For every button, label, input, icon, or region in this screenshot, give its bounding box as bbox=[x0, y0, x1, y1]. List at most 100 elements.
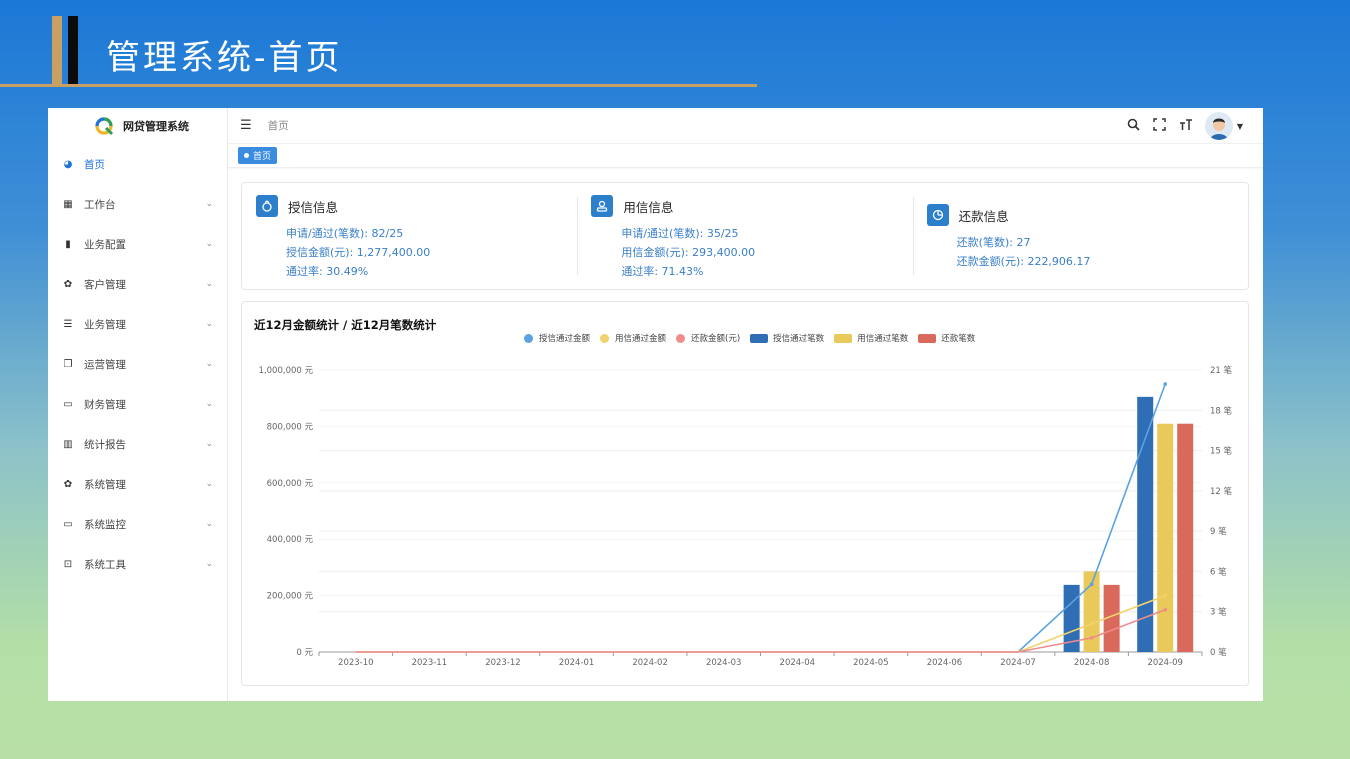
x-tick-label: 2024-08 bbox=[1074, 658, 1110, 668]
sidebar-item-label: 工作台 bbox=[84, 198, 116, 211]
series-point bbox=[1089, 636, 1094, 640]
sidebar-item[interactable]: ✿ 系统管理 ⌄ bbox=[48, 464, 227, 504]
hamburger-icon[interactable]: ☰ bbox=[240, 118, 252, 133]
user-icon bbox=[591, 195, 614, 217]
sidebar-item[interactable]: ☰ 业务管理 ⌄ bbox=[48, 304, 227, 344]
info-line: 还款(笔数): 27 bbox=[956, 236, 1031, 249]
chevron-down-icon: ⌄ bbox=[205, 319, 213, 329]
x-tick-label: 2024-03 bbox=[706, 658, 742, 668]
gold-accent-bar bbox=[52, 16, 62, 84]
series-line bbox=[355, 594, 1166, 653]
sidebar-item[interactable]: ❐ 运营管理 ⌄ bbox=[48, 344, 227, 384]
bar bbox=[1137, 396, 1154, 652]
font-size-icon[interactable] bbox=[1179, 118, 1193, 135]
series-point bbox=[1089, 622, 1094, 626]
topbar: ☰ 首页 ▼ bbox=[228, 108, 1263, 144]
chevron-down-icon: ⌄ bbox=[205, 399, 213, 409]
copy-icon: ❐ bbox=[63, 358, 73, 370]
x-tick-label: 2024-07 bbox=[1000, 658, 1036, 668]
avatar[interactable] bbox=[1204, 112, 1233, 140]
info-line: 通过率: 71.43% bbox=[621, 265, 704, 278]
info-line: 还款金额(元): 222,906.17 bbox=[956, 255, 1091, 268]
series-point bbox=[1163, 382, 1168, 386]
x-tick-label: 2023-12 bbox=[485, 658, 521, 668]
y-right-tick-label: 0 笔 bbox=[1210, 647, 1227, 658]
sidebar-item-label: 财务管理 bbox=[84, 398, 126, 411]
sidebar-item[interactable]: ▥ 统计报告 ⌄ bbox=[48, 424, 227, 464]
settings-icon: ✿ bbox=[63, 478, 73, 490]
search-icon[interactable] bbox=[1127, 118, 1141, 135]
info-title: 用信信息 bbox=[623, 199, 674, 215]
sidebar-item-label: 统计报告 bbox=[84, 438, 126, 451]
sidebar-item-label: 运营管理 bbox=[84, 358, 126, 371]
app-window: 网贷管理系统 ◕ 首页 ▦ 工作台 ⌄ ▮ 业务配置 ⌄ ✿ 客户管理 ⌄ ☰ 业务管理 ⌄ ❐ 运营管理 ⌄ ▭… bbox=[48, 108, 1263, 701]
series-point bbox=[1163, 607, 1168, 612]
y-left-tick-label: 800,000 元 bbox=[267, 422, 314, 432]
x-tick-label: 2024-06 bbox=[927, 658, 963, 668]
y-left-tick-label: 1,000,000 元 bbox=[259, 366, 314, 376]
sidebar-item[interactable]: ◕ 首页 bbox=[48, 144, 227, 184]
chevron-down-icon: ⌄ bbox=[205, 239, 213, 249]
bar bbox=[1157, 423, 1174, 652]
bar-chart-icon: ▥ bbox=[63, 438, 73, 450]
x-tick-label: 2024-09 bbox=[1147, 658, 1183, 668]
book-icon: ▮ bbox=[65, 238, 71, 250]
y-left-tick-label: 600,000 元 bbox=[267, 479, 314, 489]
series-point bbox=[1089, 582, 1094, 587]
y-right-tick-label: 12 笔 bbox=[1210, 486, 1233, 497]
credit-info: 授信信息 申请/通过(笔数): 82/25 授信金额(元): 1,277,400… bbox=[242, 183, 577, 289]
info-line: 用信金额(元): 293,400.00 bbox=[621, 246, 756, 259]
y-right-tick-label: 9 笔 bbox=[1210, 526, 1227, 537]
x-tick-label: 2024-01 bbox=[559, 658, 595, 668]
chevron-down-icon: ⌄ bbox=[205, 439, 213, 449]
logo-text: 网贷管理系统 bbox=[123, 120, 189, 133]
sidebar: 网贷管理系统 ◕ 首页 ▦ 工作台 ⌄ ▮ 业务配置 ⌄ ✿ 客户管理 ⌄ ☰ 业务管理 ⌄ ❐ 运营管理 ⌄ ▭… bbox=[48, 108, 228, 701]
y-left-tick-label: 400,000 元 bbox=[267, 535, 314, 545]
series-point bbox=[1163, 593, 1168, 598]
tag-label: 首页 bbox=[253, 152, 272, 162]
header-underline bbox=[0, 84, 757, 87]
sidebar-item[interactable]: ▮ 业务配置 ⌄ bbox=[48, 224, 227, 264]
tag-home[interactable]: 首页 bbox=[238, 147, 278, 164]
y-right-tick-label: 3 笔 bbox=[1210, 607, 1227, 618]
gear-icon: ✿ bbox=[63, 278, 73, 290]
bar bbox=[1177, 423, 1194, 652]
y-right-tick-label: 21 笔 bbox=[1210, 365, 1233, 376]
breadcrumb[interactable]: 首页 bbox=[268, 118, 289, 133]
y-right-tick-label: 18 笔 bbox=[1210, 405, 1233, 416]
sidebar-item[interactable]: ▦ 工作台 ⌄ bbox=[48, 184, 227, 224]
tags-bar: 首页 bbox=[228, 144, 1263, 168]
monitor-icon: ▭ bbox=[63, 518, 73, 530]
x-tick-label: 2023-11 bbox=[412, 658, 448, 668]
chevron-down-icon: ⌄ bbox=[205, 199, 213, 209]
sidebar-item[interactable]: ✿ 客户管理 ⌄ bbox=[48, 264, 227, 304]
black-accent-bar bbox=[68, 16, 78, 84]
dot-icon bbox=[244, 153, 249, 158]
monitor-icon: ▭ bbox=[63, 398, 73, 410]
chevron-down-icon: ⌄ bbox=[205, 519, 213, 529]
info-title: 授信信息 bbox=[288, 199, 339, 215]
sidebar-item[interactable]: ⊡ 系统工具 ⌄ bbox=[48, 544, 227, 584]
main-area: ☰ 首页 ▼ 首页 授信信息 申请/通过(笔数): 82/25 授信金额(元):… bbox=[228, 108, 1263, 701]
chevron-down-icon: ⌄ bbox=[205, 359, 213, 369]
sidebar-item-label: 客户管理 bbox=[84, 278, 126, 291]
sidebar-item[interactable]: ▭ 系统监控 ⌄ bbox=[48, 504, 227, 544]
sidebar-item[interactable]: ▭ 财务管理 ⌄ bbox=[48, 384, 227, 424]
sidebar-item-label: 系统工具 bbox=[84, 558, 126, 571]
sliders-icon: ☰ bbox=[63, 318, 73, 330]
series-line bbox=[355, 608, 1166, 653]
chevron-down-icon[interactable]: ▼ bbox=[1237, 122, 1243, 131]
info-line: 授信金额(元): 1,277,400.00 bbox=[286, 246, 431, 259]
x-tick-label: 2024-05 bbox=[853, 658, 889, 668]
sidebar-item-label: 业务配置 bbox=[84, 238, 126, 251]
chevron-down-icon: ⌄ bbox=[205, 559, 213, 569]
info-line: 通过率: 30.49% bbox=[286, 265, 369, 278]
y-right-tick-label: 15 笔 bbox=[1210, 446, 1233, 457]
pie-icon bbox=[926, 204, 949, 226]
sidebar-item-label: 系统管理 bbox=[84, 478, 126, 491]
fullscreen-icon[interactable] bbox=[1153, 117, 1167, 135]
logo[interactable]: 网贷管理系统 bbox=[48, 108, 227, 144]
topbar-actions: ▼ bbox=[1127, 112, 1243, 140]
slide-header: 管理系统-首页 bbox=[0, 0, 1350, 100]
toolbox-icon: ⊡ bbox=[63, 558, 73, 570]
